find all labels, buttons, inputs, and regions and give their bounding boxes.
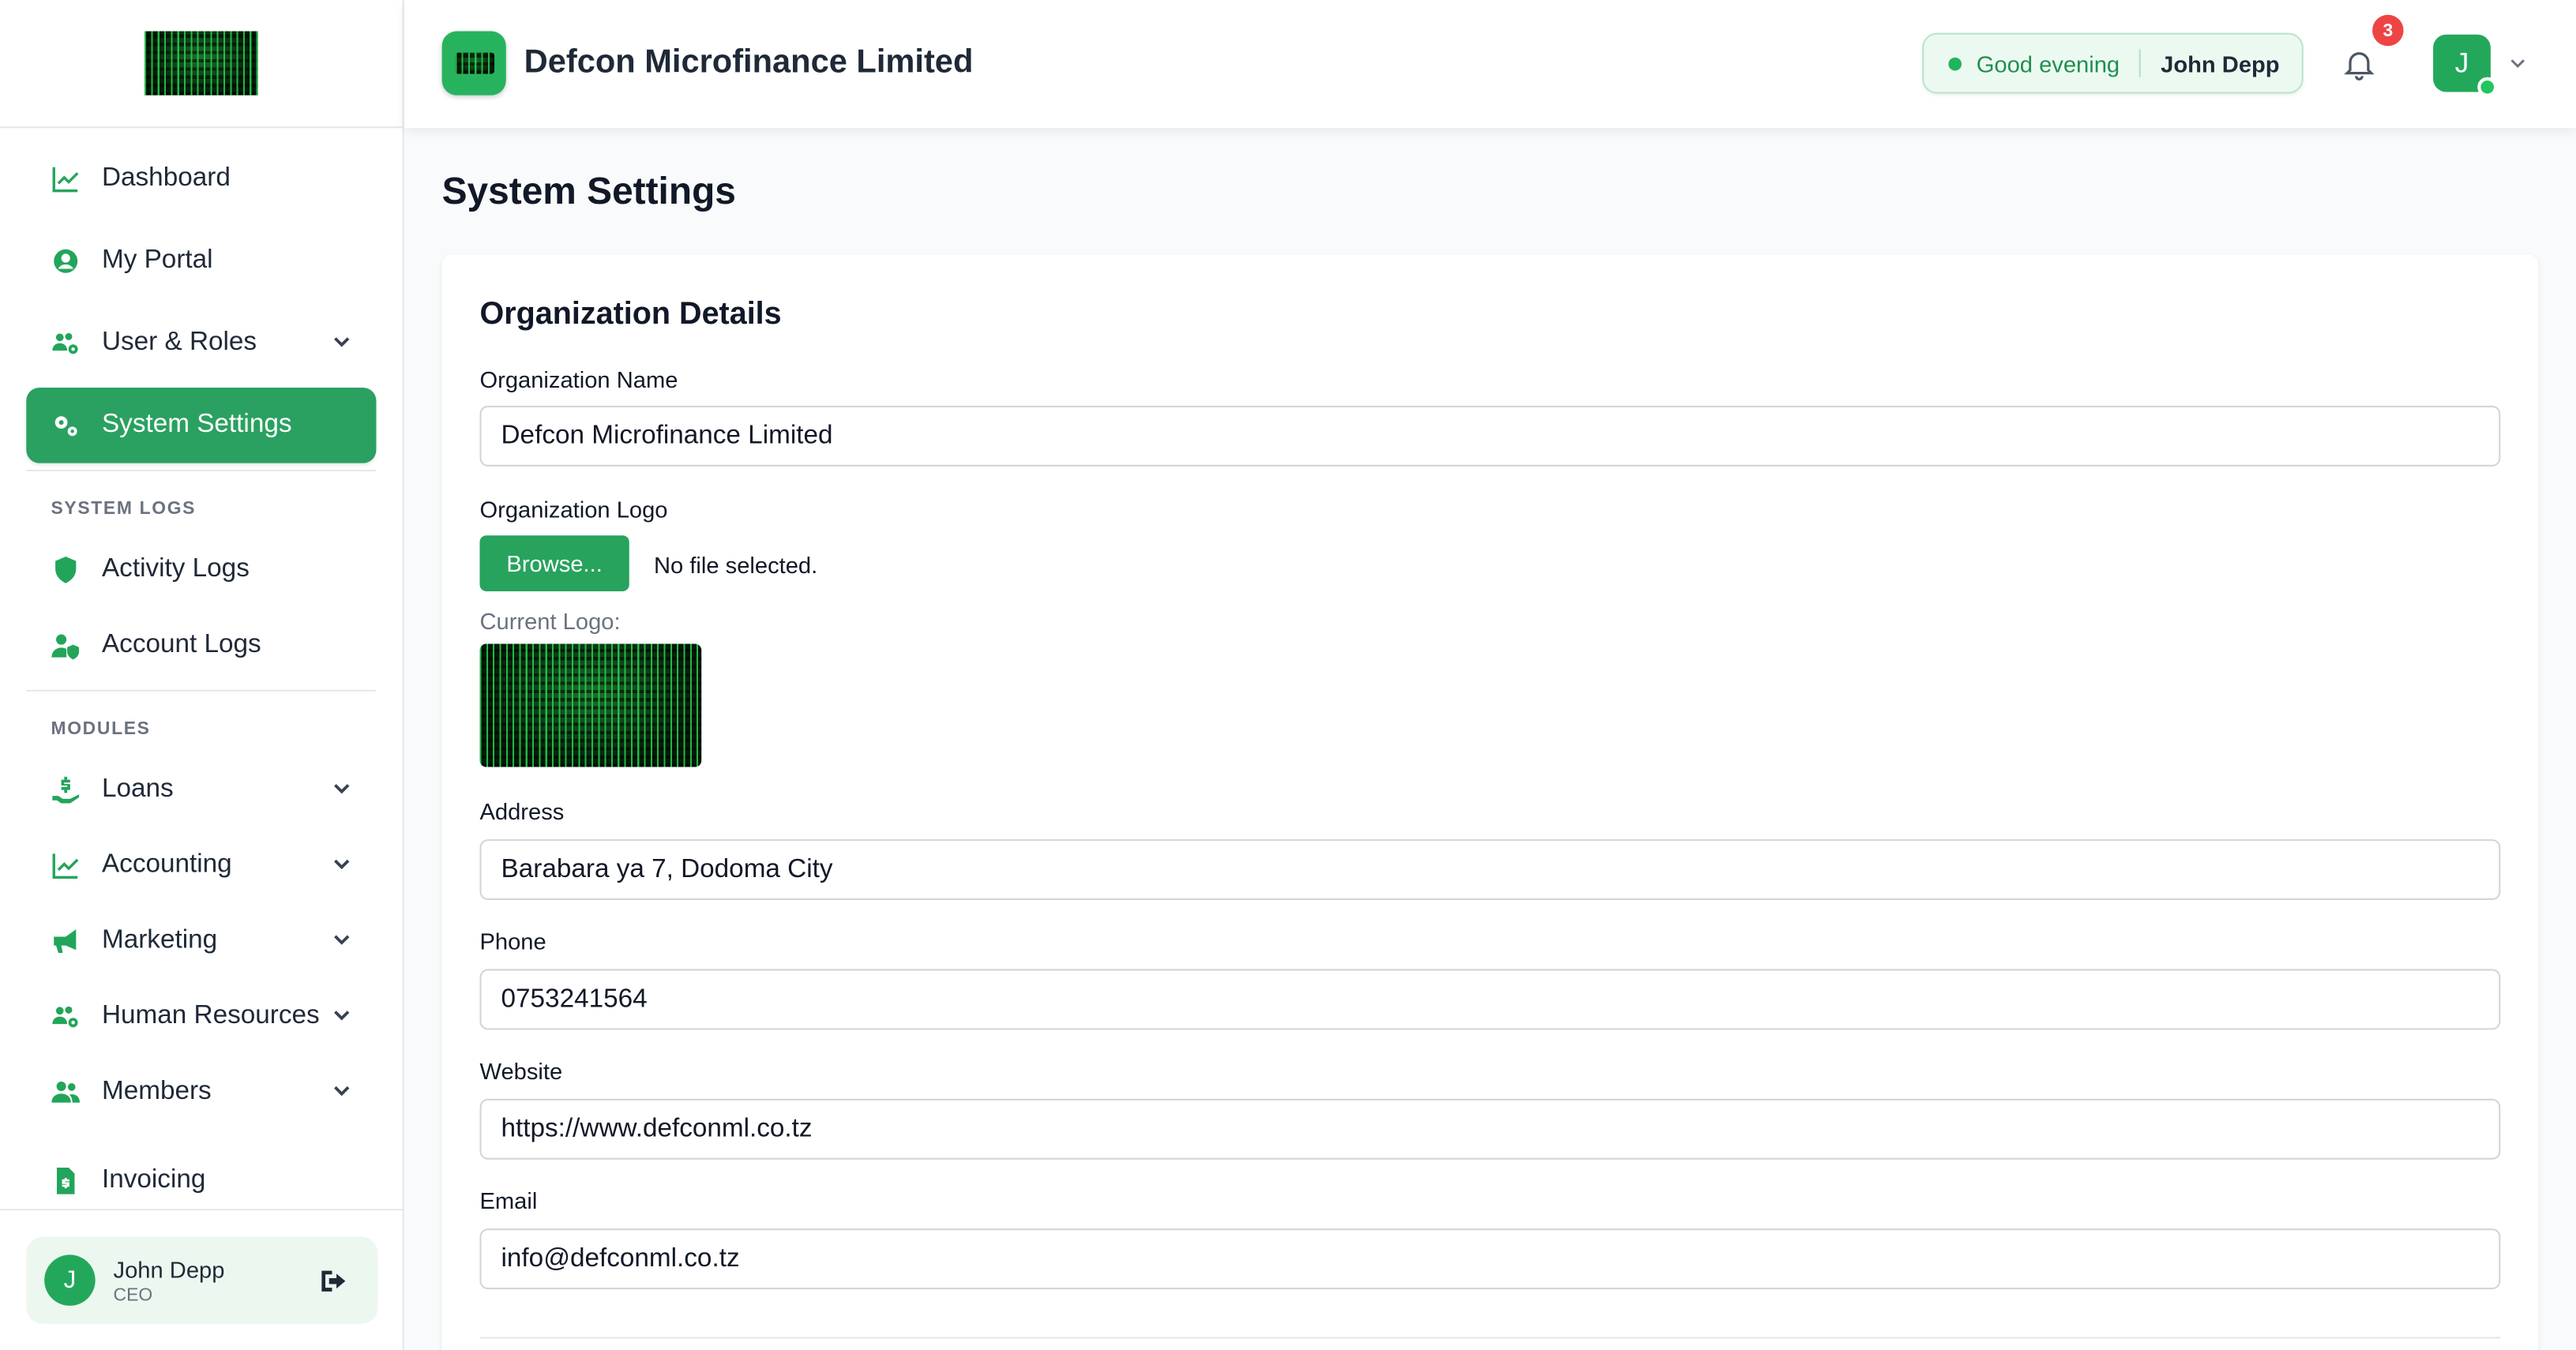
chevron-down-icon	[334, 784, 350, 794]
org-name-input[interactable]: Defcon Microfinance Limited	[479, 405, 2501, 467]
greeting-pill: Good evening John Depp	[1922, 32, 2304, 94]
greeting-text: Good evening	[1976, 50, 2120, 77]
user-circle-icon	[49, 245, 82, 278]
sidebar-item-label: Account Logs	[101, 630, 261, 659]
sidebar-divider	[26, 689, 377, 692]
online-dot-icon	[1948, 56, 1962, 70]
org-logo-label: Organization Logo	[479, 496, 668, 523]
organization-logo[interactable]	[145, 31, 258, 96]
greeting-separator	[2139, 49, 2142, 77]
sidebar-item-label: Activity Logs	[101, 555, 250, 583]
users-icon	[49, 1076, 82, 1109]
brand-logo[interactable]	[441, 31, 506, 96]
page-title: System Settings	[441, 169, 736, 212]
section-title-modules: MODULES	[51, 719, 151, 740]
sidebar-item-account-logs[interactable]: Account Logs	[26, 608, 376, 684]
sidebar-item-label: Human Resources	[101, 1002, 320, 1030]
sidebar-user-info: John Depp CEO	[114, 1255, 225, 1304]
sidebar-item-label: Loans	[101, 774, 174, 804]
bullhorn-icon	[49, 924, 82, 958]
browse-button[interactable]: Browse...	[479, 535, 629, 591]
sidebar-user-role: CEO	[113, 1284, 153, 1305]
hand-holding-dollar-icon	[49, 774, 82, 807]
sidebar-item-user-roles[interactable]: User & Roles	[26, 306, 376, 381]
sidebar-item-my-portal[interactable]: My Portal	[26, 223, 376, 299]
shield-icon	[49, 553, 82, 587]
chevron-down-icon	[334, 1011, 350, 1021]
sidebar-item-label: My Portal	[101, 246, 213, 275]
users-cog-icon	[49, 327, 82, 360]
file-invoice-dollar-icon	[49, 1164, 82, 1198]
chevron-down-icon	[334, 1086, 350, 1097]
sidebar-item-accounting[interactable]: Accounting	[26, 828, 376, 904]
address-label: Address	[479, 798, 565, 825]
app-root: Dashboard My Portal User & Roles System …	[0, 0, 2576, 1350]
notification-badge[interactable]: 3	[2372, 14, 2404, 47]
brand-title: Defcon Microfinance Limited	[524, 44, 974, 81]
phone-label: Phone	[479, 928, 546, 954]
current-logo-label: Current Logo:	[479, 607, 621, 635]
sidebar-user-name: John Depp	[113, 1255, 225, 1282]
sidebar-item-label: Accounting	[101, 850, 232, 879]
current-logo-image	[479, 643, 702, 767]
sidebar: Dashboard My Portal User & Roles System …	[0, 0, 404, 1350]
brand-logo-image	[454, 52, 494, 74]
email-label: Email	[479, 1187, 538, 1214]
avatar: J	[44, 1254, 96, 1306]
chart-line-icon	[49, 163, 82, 196]
sidebar-item-invoicing[interactable]: Invoicing	[26, 1143, 376, 1219]
address-input[interactable]: Barabara ya 7, Dodoma City	[479, 839, 2501, 901]
website-input[interactable]: https://www.defconml.co.tz	[479, 1098, 2501, 1160]
sidebar-item-loans[interactable]: Loans	[26, 752, 376, 828]
org-name-label: Organization Name	[479, 366, 678, 393]
sidebar-item-label: System Settings	[101, 411, 292, 439]
file-status-text: No file selected.	[653, 552, 818, 579]
sidebar-divider	[26, 469, 377, 472]
sidebar-item-label: User & Roles	[101, 328, 257, 357]
user-shield-icon	[49, 629, 82, 662]
sidebar-item-human-resources[interactable]: Human Resources	[26, 979, 376, 1055]
sidebar-item-marketing[interactable]: Marketing	[26, 903, 376, 979]
sidebar-item-label: Marketing	[101, 926, 218, 954]
chevron-down-icon	[334, 859, 350, 870]
sidebar-user-card[interactable]: J John Depp CEO	[26, 1236, 378, 1324]
section-divider	[479, 1337, 2501, 1339]
sidebar-item-label: Members	[101, 1077, 212, 1106]
logout-icon[interactable]	[319, 1266, 348, 1296]
sidebar-footer-divider	[0, 1209, 404, 1211]
greeting-user-name: John Depp	[2161, 50, 2280, 77]
sidebar-item-system-settings[interactable]: System Settings	[26, 387, 377, 463]
sidebar-item-activity-logs[interactable]: Activity Logs	[26, 532, 376, 608]
sidebar-logo-area	[0, 0, 403, 129]
cogs-icon	[49, 409, 82, 442]
sidebar-item-members[interactable]: Members	[26, 1055, 376, 1131]
organization-details-card: Organization Details Organization Name D…	[441, 254, 2539, 1350]
chevron-down-icon	[334, 337, 350, 347]
section-title-system-logs: SYSTEM LOGS	[51, 499, 197, 519]
bell-icon[interactable]	[2341, 46, 2378, 82]
phone-input[interactable]: 0753241564	[479, 969, 2501, 1030]
sidebar-item-label: Invoicing	[101, 1166, 206, 1194]
website-label: Website	[479, 1057, 563, 1085]
chevron-down-icon	[334, 935, 350, 945]
chevron-down-icon[interactable]	[2507, 53, 2529, 74]
users-cog-icon	[49, 1000, 82, 1033]
top-header: Defcon Microfinance Limited Good evening…	[404, 0, 2576, 129]
sidebar-nav: Dashboard My Portal User & Roles System …	[0, 128, 403, 463]
sidebar-item-dashboard[interactable]: Dashboard	[26, 141, 376, 217]
online-status-dot	[2477, 77, 2498, 97]
sidebar-item-label: Dashboard	[101, 164, 231, 193]
email-input[interactable]: info@defconml.co.tz	[479, 1228, 2501, 1290]
chart-line-icon	[49, 849, 82, 883]
section-title: Organization Details	[479, 297, 782, 332]
